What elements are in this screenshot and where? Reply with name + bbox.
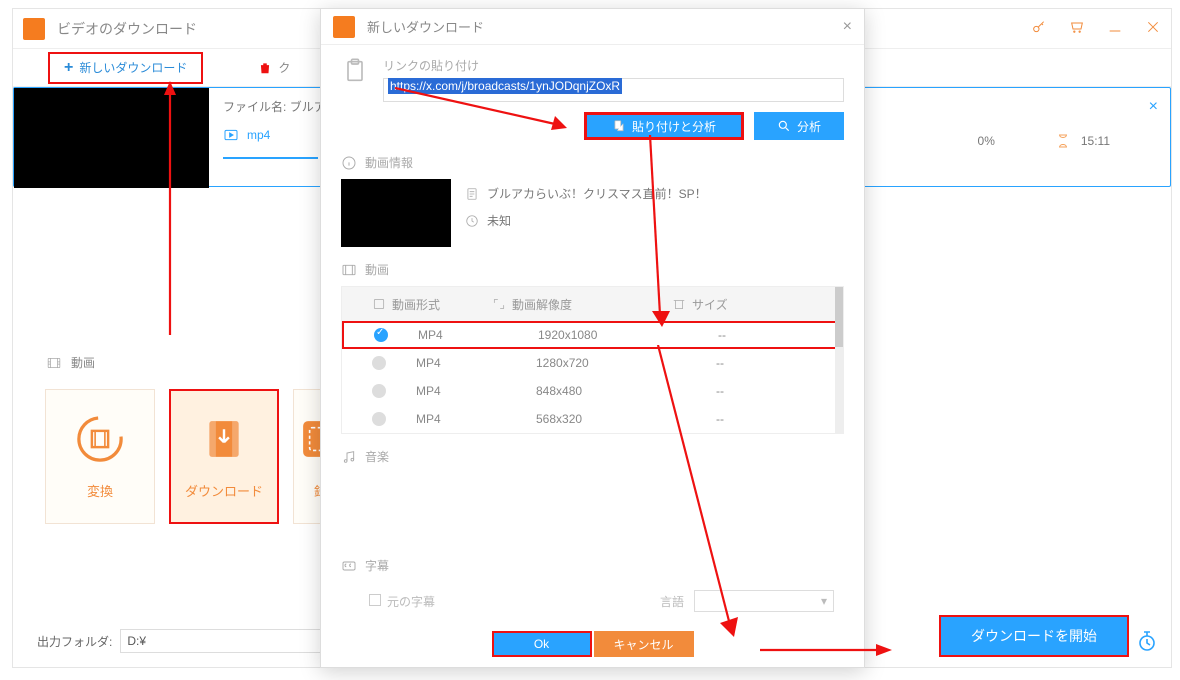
- format-row[interactable]: MP41280x720--: [342, 349, 843, 377]
- radio-icon: [372, 356, 386, 370]
- subtitle-section-label: 字幕: [365, 557, 389, 574]
- card-download[interactable]: ダウンロード: [169, 389, 279, 524]
- paste-analyze-button[interactable]: 貼り付けと分析: [584, 112, 744, 140]
- original-subtitle-checkbox[interactable]: 元の字幕: [369, 593, 435, 610]
- clear-label: ク: [278, 59, 290, 76]
- dialog-titlebar: 新しいダウンロード ×: [321, 9, 864, 45]
- format-row[interactable]: MP4568x320--: [342, 405, 843, 433]
- schedule-button[interactable]: [1135, 629, 1159, 653]
- new-download-dialog: 新しいダウンロード × リンクの貼り付け https://x.com/j/bro…: [320, 8, 865, 668]
- film-icon: [45, 356, 63, 370]
- dialog-close-icon[interactable]: ×: [843, 18, 852, 36]
- close-button[interactable]: [1145, 19, 1161, 38]
- remove-item-icon[interactable]: ×: [1149, 98, 1158, 116]
- video-status: 未知: [487, 212, 511, 229]
- clipboard-icon: [341, 57, 369, 85]
- film-icon: [341, 262, 357, 278]
- minimize-button[interactable]: [1107, 19, 1123, 38]
- size-icon: [672, 297, 686, 311]
- video-format-section-label: 動画: [365, 261, 389, 278]
- format-scrollbar[interactable]: [835, 287, 843, 433]
- language-label: 言語: [660, 593, 684, 610]
- url-input[interactable]: https://x.com/j/broadcasts/1ynJODqnjZOxR: [383, 78, 844, 102]
- app-icon: [23, 18, 45, 40]
- analyze-button[interactable]: 分析: [754, 112, 844, 140]
- app-icon: [333, 16, 355, 38]
- cancel-button[interactable]: キャンセル: [594, 631, 694, 657]
- document-icon: [465, 187, 479, 201]
- window-title: ビデオのダウンロード: [57, 19, 197, 39]
- format-icon: [372, 297, 386, 311]
- info-icon: [341, 155, 357, 171]
- dialog-thumbnail: [341, 179, 451, 247]
- dialog-title: 新しいダウンロード: [367, 17, 484, 36]
- link-paste-label: リンクの貼り付け: [383, 57, 844, 74]
- resolution-icon: [492, 297, 506, 311]
- trash-icon[interactable]: [258, 61, 272, 75]
- duration: 15:11: [1081, 134, 1110, 148]
- radio-icon: [374, 328, 388, 342]
- format-table: 動画形式 動画解像度 サイズ MP41920x1080--MP41280x720…: [341, 286, 844, 434]
- plus-icon: +: [64, 59, 73, 77]
- hourglass-icon: [1055, 133, 1071, 149]
- video-title: ブルアカらいぶ！クリスマス直前！SP！: [487, 185, 707, 202]
- radio-icon: [372, 384, 386, 398]
- new-download-label: 新しいダウンロード: [79, 59, 187, 76]
- key-icon[interactable]: [1031, 19, 1047, 38]
- music-icon: [341, 449, 357, 465]
- radio-icon: [372, 412, 386, 426]
- ok-button[interactable]: Ok: [492, 631, 592, 657]
- clock-icon: [465, 214, 479, 228]
- section-label: 動画: [71, 354, 95, 371]
- card-convert[interactable]: 変換: [45, 389, 155, 524]
- cc-icon: [341, 558, 357, 574]
- video-info-label: 動画情報: [365, 154, 413, 171]
- output-label: 出力フォルダ:: [37, 633, 112, 650]
- format-table-header: 動画形式 動画解像度 サイズ: [342, 287, 843, 321]
- cart-icon[interactable]: [1069, 19, 1085, 38]
- start-download-button[interactable]: ダウンロードを開始: [939, 615, 1129, 657]
- language-select[interactable]: ▾: [694, 590, 834, 612]
- format-row[interactable]: MP41920x1080--: [342, 321, 843, 349]
- format-row[interactable]: MP4848x480--: [342, 377, 843, 405]
- new-download-button[interactable]: + 新しいダウンロード: [48, 52, 203, 84]
- video-thumbnail: [14, 88, 209, 188]
- audio-section-label: 音楽: [365, 448, 389, 465]
- progress-percent: 0%: [978, 134, 995, 148]
